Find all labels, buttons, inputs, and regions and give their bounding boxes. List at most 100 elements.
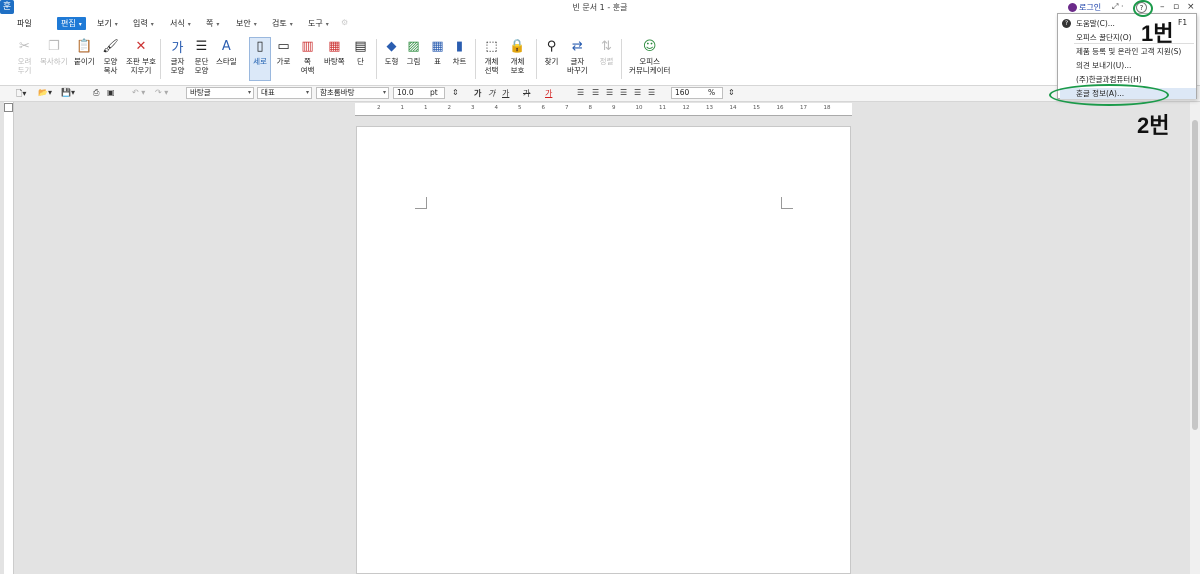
font-size-input[interactable]: 10.0 pt	[393, 87, 445, 99]
margin-corner-mark	[781, 197, 793, 209]
ribbon-collapse-icon[interactable]: ⚙	[341, 18, 348, 27]
open-folder-icon[interactable]: 📂▾	[38, 88, 52, 97]
style-icon: A	[221, 39, 231, 54]
sort-icon: ⇅	[601, 39, 612, 54]
landscape-button[interactable]: ▭ 가로	[275, 38, 292, 66]
portrait-button[interactable]: ▯ 세로	[249, 37, 271, 81]
object-select-button[interactable]: ⬚ 개체 선택	[483, 38, 500, 75]
ribbon-divider	[621, 39, 622, 79]
clear-marks-icon: ✕	[135, 39, 147, 54]
ruler-tick-label: 15	[753, 105, 760, 111]
menu-insert[interactable]: 입력 ▾	[133, 18, 154, 29]
ruler-tick-label: 16	[776, 105, 784, 111]
menu-tools[interactable]: 도구 ▾	[308, 18, 329, 29]
ribbon-divider	[475, 39, 476, 79]
ruler-tick-label: 10	[635, 105, 643, 111]
font-select[interactable]: 함초롬바탕 ▾	[316, 87, 389, 99]
underline-button[interactable]: 가	[502, 88, 509, 99]
strike-button[interactable]: 가	[523, 88, 530, 99]
ruler-corner-toggle[interactable]	[4, 103, 13, 112]
bold-button[interactable]: 가	[474, 88, 481, 99]
margin-corner-mark	[415, 197, 427, 209]
italic-button[interactable]: 가	[488, 88, 495, 99]
replace-button[interactable]: ⇄ 글자 바꾸기	[567, 38, 588, 75]
restore-button[interactable]: ▫	[1173, 2, 1179, 12]
char-shape-button[interactable]: 가 글자 모양	[169, 38, 186, 75]
sort-button[interactable]: ⇅ 정렬	[598, 38, 615, 66]
columns-button[interactable]: ▤ 단	[352, 38, 369, 66]
menu-bar: 파일 편집 ▾ 보기 ▾ 입력 ▾ 서식 ▾ 쪽 ▾ 보안 ▾ 검토 ▾ 도구 ▾ ⚙	[0, 16, 1200, 33]
zoom-stepper[interactable]: ⇕	[728, 88, 735, 97]
menu-edit[interactable]: 편집 ▾	[57, 17, 86, 30]
align-distribute-icon[interactable]: ☰	[634, 88, 641, 97]
menu-page[interactable]: 쪽 ▾	[206, 18, 219, 29]
login-button[interactable]: 로그인	[1068, 2, 1101, 13]
margin-button[interactable]: ▥ 쪽 여백	[299, 38, 316, 75]
menu-item-office-tips[interactable]: 오피스 꿀단지(O)	[1076, 32, 1132, 43]
copy-button[interactable]: ❐ 복사하기	[40, 38, 68, 66]
print-preview-icon[interactable]: ▣	[107, 88, 115, 97]
menu-item-help[interactable]: 도움말(C)...	[1076, 18, 1115, 29]
picture-icon: ▨	[407, 39, 420, 54]
menu-security[interactable]: 보안 ▾	[236, 18, 257, 29]
language-select[interactable]: 대표 ▾	[257, 87, 312, 99]
find-button[interactable]: ⚲ 찾기	[543, 38, 560, 66]
ruler-tick-label: 2	[447, 105, 452, 111]
chevron-down-icon: ▾	[305, 89, 309, 96]
chevron-down-icon: ▾	[289, 21, 293, 28]
menu-item-feedback[interactable]: 의견 보내기(U)...	[1076, 60, 1131, 71]
ruler-tick-label: 11	[659, 105, 666, 111]
new-document-icon[interactable]: 🗋▾	[16, 88, 26, 102]
font-size-stepper[interactable]: ⇕	[452, 88, 459, 97]
ruler-tick-label: 2	[377, 105, 381, 111]
undo-icon[interactable]: ↶ ▾	[132, 88, 145, 97]
clear-format-button[interactable]: ✕ 조판 부호 지우기	[126, 38, 156, 75]
para-shape-button[interactable]: ☰ 문단 모양	[193, 38, 210, 75]
object-protect-button[interactable]: 🔒 개체 보호	[509, 38, 526, 75]
help-icon: ?	[1062, 19, 1071, 28]
chevron-down-icon: ▾	[325, 21, 329, 28]
ruler-tick-label: 17	[800, 105, 807, 111]
scrollbar-thumb[interactable]	[1192, 120, 1198, 430]
cut-button[interactable]: ✂ 오려 두기	[16, 38, 33, 75]
align-left-icon[interactable]: ☰	[592, 88, 599, 97]
paste-button[interactable]: 📋 붙이기	[74, 38, 95, 66]
save-icon[interactable]: 💾▾	[61, 88, 75, 97]
ruler-tick-label: 9	[612, 105, 616, 111]
close-button[interactable]: ×	[1187, 2, 1195, 12]
format-copy-button[interactable]: 🖌 모양 복사	[102, 38, 119, 75]
chart-button[interactable]: ▮ 차트	[451, 38, 468, 66]
ruler-tick-label: 12	[682, 105, 690, 111]
align-right-icon[interactable]: ☰	[620, 88, 627, 97]
redo-icon[interactable]: ↷ ▾	[155, 88, 168, 97]
minimize-button[interactable]: –	[1160, 2, 1165, 12]
zoom-input[interactable]: 160%	[671, 87, 723, 99]
picture-button[interactable]: ▨ 그림	[405, 38, 422, 66]
font-color-button[interactable]: 가	[545, 88, 552, 99]
shapes-button[interactable]: ◆ 도형	[383, 38, 400, 66]
background-page-button[interactable]: ▦ 바탕쪽	[324, 38, 345, 66]
menu-review[interactable]: 검토 ▾	[272, 18, 293, 29]
columns-icon: ▤	[354, 39, 367, 54]
margin-icon: ▥	[301, 39, 314, 54]
chevron-down-icon: ▾	[216, 21, 220, 28]
menu-file[interactable]: 파일	[17, 18, 32, 29]
office-communicator-button[interactable]: ☺ 오피스 커뮤니케이터	[629, 38, 670, 75]
ruler-tick-label: 5	[518, 105, 522, 111]
menu-divider	[1074, 43, 1194, 44]
menu-view[interactable]: 보기 ▾	[97, 18, 118, 29]
paragraph-style-select[interactable]: 바탕글 ▾	[186, 87, 254, 99]
table-button[interactable]: ▦ 표	[429, 38, 446, 66]
align-divide-icon[interactable]: ☰	[648, 88, 655, 97]
menu-format[interactable]: 서식 ▾	[170, 18, 191, 29]
align-justify-icon[interactable]: ☰	[577, 88, 584, 97]
document-page[interactable]	[356, 126, 851, 574]
ruler-tick-label: 8	[588, 105, 593, 111]
fullscreen-icon[interactable]: ⤢ ·	[1112, 2, 1124, 12]
copy-icon: ❐	[47, 39, 60, 54]
align-center-icon[interactable]: ☰	[606, 88, 613, 97]
print-icon[interactable]: ⎙	[93, 88, 99, 98]
landscape-page-icon: ▭	[277, 39, 290, 54]
horizontal-ruler[interactable]: 2 1 1 2 3 4 5 6 7 8 9 10 11 12 13 14 15 16 17 18	[355, 103, 852, 116]
style-button[interactable]: A 스타일	[216, 38, 237, 66]
